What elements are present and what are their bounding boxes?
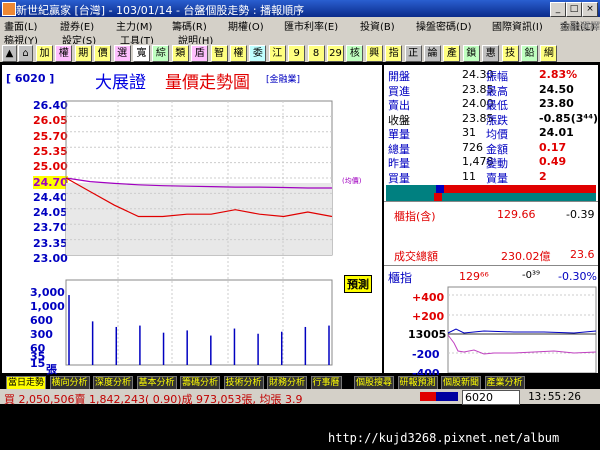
- ticker-bar: 買 2,050,506賣 1,842,243( 0.90)成 973,053張,…: [0, 389, 600, 406]
- toolbar-button[interactable]: 核: [346, 45, 364, 62]
- toolbar-button[interactable]: 8: [307, 45, 325, 62]
- chart-canvas: [65, 100, 333, 366]
- watermark-url: http://kujd3268.pixnet.net/album: [328, 431, 560, 445]
- quote-panel: 開盤 24.30 振幅 2.83% 買進 23.85 最高 24.50 賣出 24.00 最低 23.…: [384, 65, 598, 380]
- toolbar-button[interactable]: 盾: [191, 45, 209, 62]
- toolbar-button[interactable]: 委: [249, 45, 267, 62]
- toolbar-button[interactable]: 綜: [152, 45, 170, 62]
- title-bar: 新世紀贏家 [台灣] - 103/01/14 - 台盤個股走勢 : 播報順序 _…: [0, 0, 600, 17]
- toolbar-button[interactable]: 價: [94, 45, 112, 62]
- toolbar-button[interactable]: 技: [501, 45, 519, 62]
- tab-item[interactable]: 產業分析: [484, 376, 525, 390]
- ticker-time: 13:55:26: [528, 390, 581, 403]
- toolbar-button[interactable]: 指: [385, 45, 403, 62]
- ticker-text: 買 2,050,506賣 1,842,243( 0.90)成 973,053張,…: [4, 393, 303, 406]
- forecast-button[interactable]: 預測: [344, 275, 372, 293]
- mini-frame: [447, 286, 597, 373]
- toolbar-button[interactable]: 惠: [482, 45, 500, 62]
- toolbar-button[interactable]: 江: [268, 45, 286, 62]
- toolbar-button[interactable]: 興: [365, 45, 383, 62]
- watermark-bar: http://kujd3268.pixnet.net/album: [0, 426, 600, 450]
- toolbar-button[interactable]: 9: [288, 45, 306, 62]
- tab-item[interactable]: 財務分析: [267, 376, 308, 390]
- home-icon[interactable]: ⌂: [18, 45, 33, 62]
- mini-volume-line: [447, 334, 597, 355]
- close-button[interactable]: ×: [582, 2, 598, 17]
- mini-index-line: [447, 328, 597, 334]
- toolbar-button[interactable]: 正: [404, 45, 422, 62]
- analysis-tabs: 當日走勢 橫向分析 深度分析 基本分析 籌碼分析 技術分析 財務分析 行事曆 個股搜尋 研報預測個…: [0, 375, 600, 390]
- tab-item[interactable]: 研報預測: [397, 376, 438, 390]
- menu-bar-2: 稿視(Y) 設定(S) 工具(T) 說明(H): [0, 31, 600, 47]
- toolbar-button[interactable]: 產: [443, 45, 461, 62]
- maximize-button[interactable]: □: [566, 2, 582, 17]
- tab-item[interactable]: 籌碼分析: [180, 376, 221, 390]
- toolbar-button[interactable]: 29: [327, 45, 344, 62]
- tab-item[interactable]: 基本分析: [136, 376, 177, 390]
- toolbar-button[interactable]: 鎖: [462, 45, 480, 62]
- toolbar-button[interactable]: 綱: [540, 45, 558, 62]
- toolbar-button[interactable]: 智: [210, 45, 228, 62]
- toolbar-button[interactable]: 期: [74, 45, 92, 62]
- menu-bar-1: 畫面(L) 證券(E) 主力(M) 籌碼(R) 期權(O) 匯市利率(E) 投資(B) 操盤密…: [0, 17, 600, 33]
- tab-item[interactable]: 技術分析: [223, 376, 264, 390]
- toolbar-button[interactable]: 類: [171, 45, 189, 62]
- window-title: 新世紀贏家 [台灣] - 103/01/14 - 台盤個股走勢 : 播報順序: [16, 4, 305, 17]
- ticker-indicator: [420, 392, 458, 401]
- tab-item[interactable]: 當日走勢: [6, 376, 47, 390]
- toolbar-button[interactable]: 選: [113, 45, 131, 62]
- app-icon: [2, 2, 16, 16]
- tab-item[interactable]: 橫向分析: [49, 376, 90, 390]
- mini-index-chart: [447, 286, 597, 373]
- ticker-code[interactable]: 6020: [462, 390, 520, 405]
- tab-item[interactable]: 行事曆: [310, 376, 342, 390]
- volume-plot-frame: [65, 279, 333, 366]
- minimize-button[interactable]: _: [550, 2, 566, 17]
- toolbar-button[interactable]: 權: [55, 45, 73, 62]
- toolbar: ▲ ⌂ 加權期價選寬綜類盾智權委江 9 8 29 核興指正論產鎖惠技鉛綱: [0, 44, 600, 62]
- price-volume-chart-panel: [ 6020 ] 大展證 量價走勢圖 [金融業] 26.40 26.05 25.70…: [2, 65, 382, 386]
- tab-item[interactable]: 個股搜尋: [354, 376, 395, 390]
- toolbar-button[interactable]: 加: [36, 45, 53, 62]
- toolbar-button[interactable]: 權: [230, 45, 247, 62]
- tab-item[interactable]: 個股新聞: [441, 376, 482, 390]
- toolbar-button[interactable]: 寬: [133, 45, 150, 62]
- tab-item[interactable]: 深度分析: [93, 376, 134, 390]
- toolbar-arrow-icon[interactable]: ▲: [2, 45, 17, 62]
- toolbar-button[interactable]: 鉛: [521, 45, 538, 62]
- toolbar-button[interactable]: 論: [424, 45, 441, 62]
